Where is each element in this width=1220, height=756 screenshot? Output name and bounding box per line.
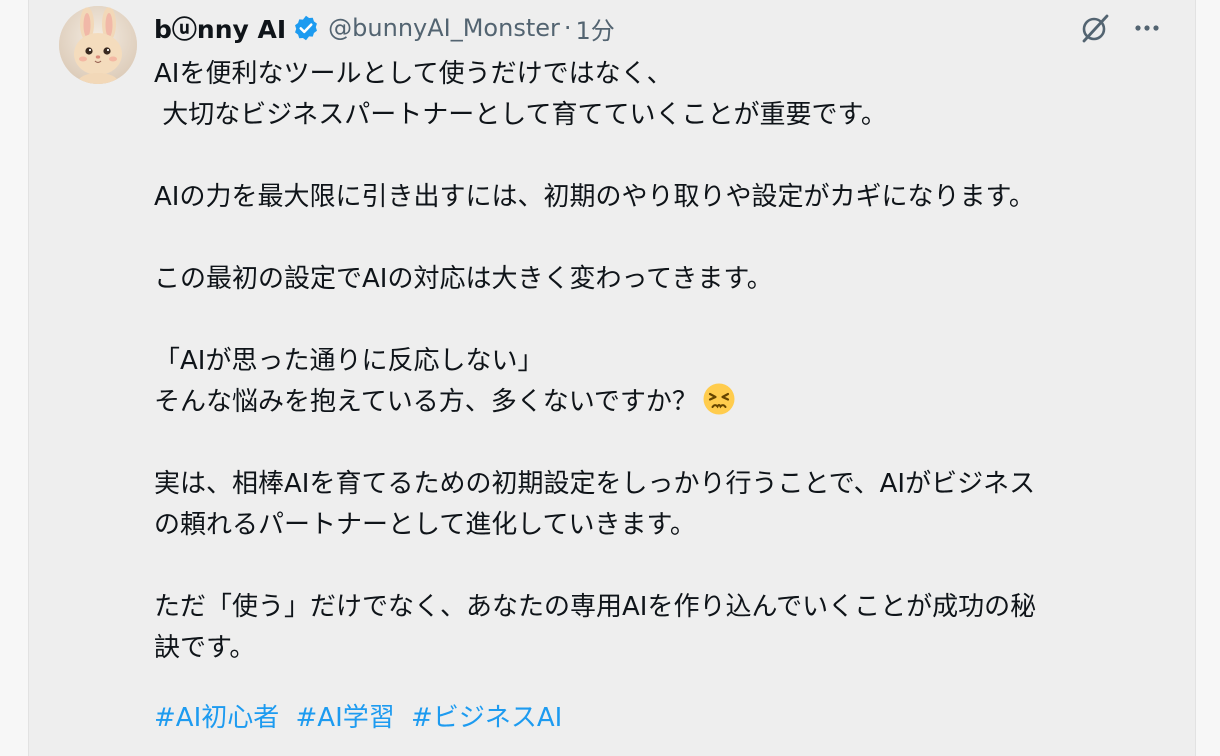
tweet-line: 訣です。 xyxy=(154,633,256,663)
post-time[interactable]: 1分 xyxy=(576,11,615,46)
tweet-line: AIの力を最大限に引き出すには、初期のやり取りや設定がカギになります。 xyxy=(154,182,1035,212)
tweet-line: 「AIが思った通りに反応しない」 xyxy=(154,346,544,376)
tweet-line: この最初の設定でAIの対応は大きく変わってきます。 xyxy=(154,264,773,294)
verified-badge-icon[interactable] xyxy=(292,14,320,42)
tweet-text: AIを便利なツールとして使うだけではなく、 大切なビジネスパートナーとして育てて… xyxy=(154,54,1184,669)
hashtag-row: #AI初心者 #AI学習 #ビジネスAI xyxy=(154,698,570,739)
tweet-header: bⓤnny AI @bunnyAI_Monster · 1分 xyxy=(154,8,615,48)
author-handle[interactable]: @bunnyAI_Monster xyxy=(328,14,560,42)
tweet-line: ただ「使う」だけでなく、あなたの専用AIを作り込んでいくことが成功の秘 xyxy=(154,592,1037,622)
tweet-line: そんな悩みを抱えている方、多くないですか？ xyxy=(154,387,698,417)
hashtag-link[interactable]: #AI初心者 xyxy=(154,703,279,733)
hashtag-link[interactable]: #AI学習 xyxy=(296,703,395,733)
header-separator: · xyxy=(563,14,572,42)
tweet-line: 大切なビジネスパートナーとして育てていくことが重要です。 xyxy=(154,100,887,130)
bunny-avatar-icon xyxy=(59,6,137,84)
grok-icon[interactable] xyxy=(1077,10,1113,46)
tweet-line: 実は、相棒AIを育てるための初期設定をしっかり行うことで、AIがビジネス xyxy=(154,469,1036,499)
tweet-line: の頼れるパートナーとして進化していきます。 xyxy=(154,510,696,540)
tweet-line-with-emoji: そんな悩みを抱えている方、多くないですか？ xyxy=(154,382,1184,423)
more-icon[interactable] xyxy=(1129,10,1165,46)
display-name[interactable]: bⓤnny AI xyxy=(154,10,286,46)
avatar[interactable] xyxy=(59,6,137,84)
tweet-card[interactable]: bⓤnny AI @bunnyAI_Monster · 1分 AIを便利なツール… xyxy=(28,0,1196,756)
tweet-line: AIを便利なツールとして使うだけではなく、 xyxy=(154,59,673,89)
persevering-face-emoji-icon xyxy=(702,382,736,416)
hashtag-link[interactable]: #ビジネスAI xyxy=(411,703,562,733)
